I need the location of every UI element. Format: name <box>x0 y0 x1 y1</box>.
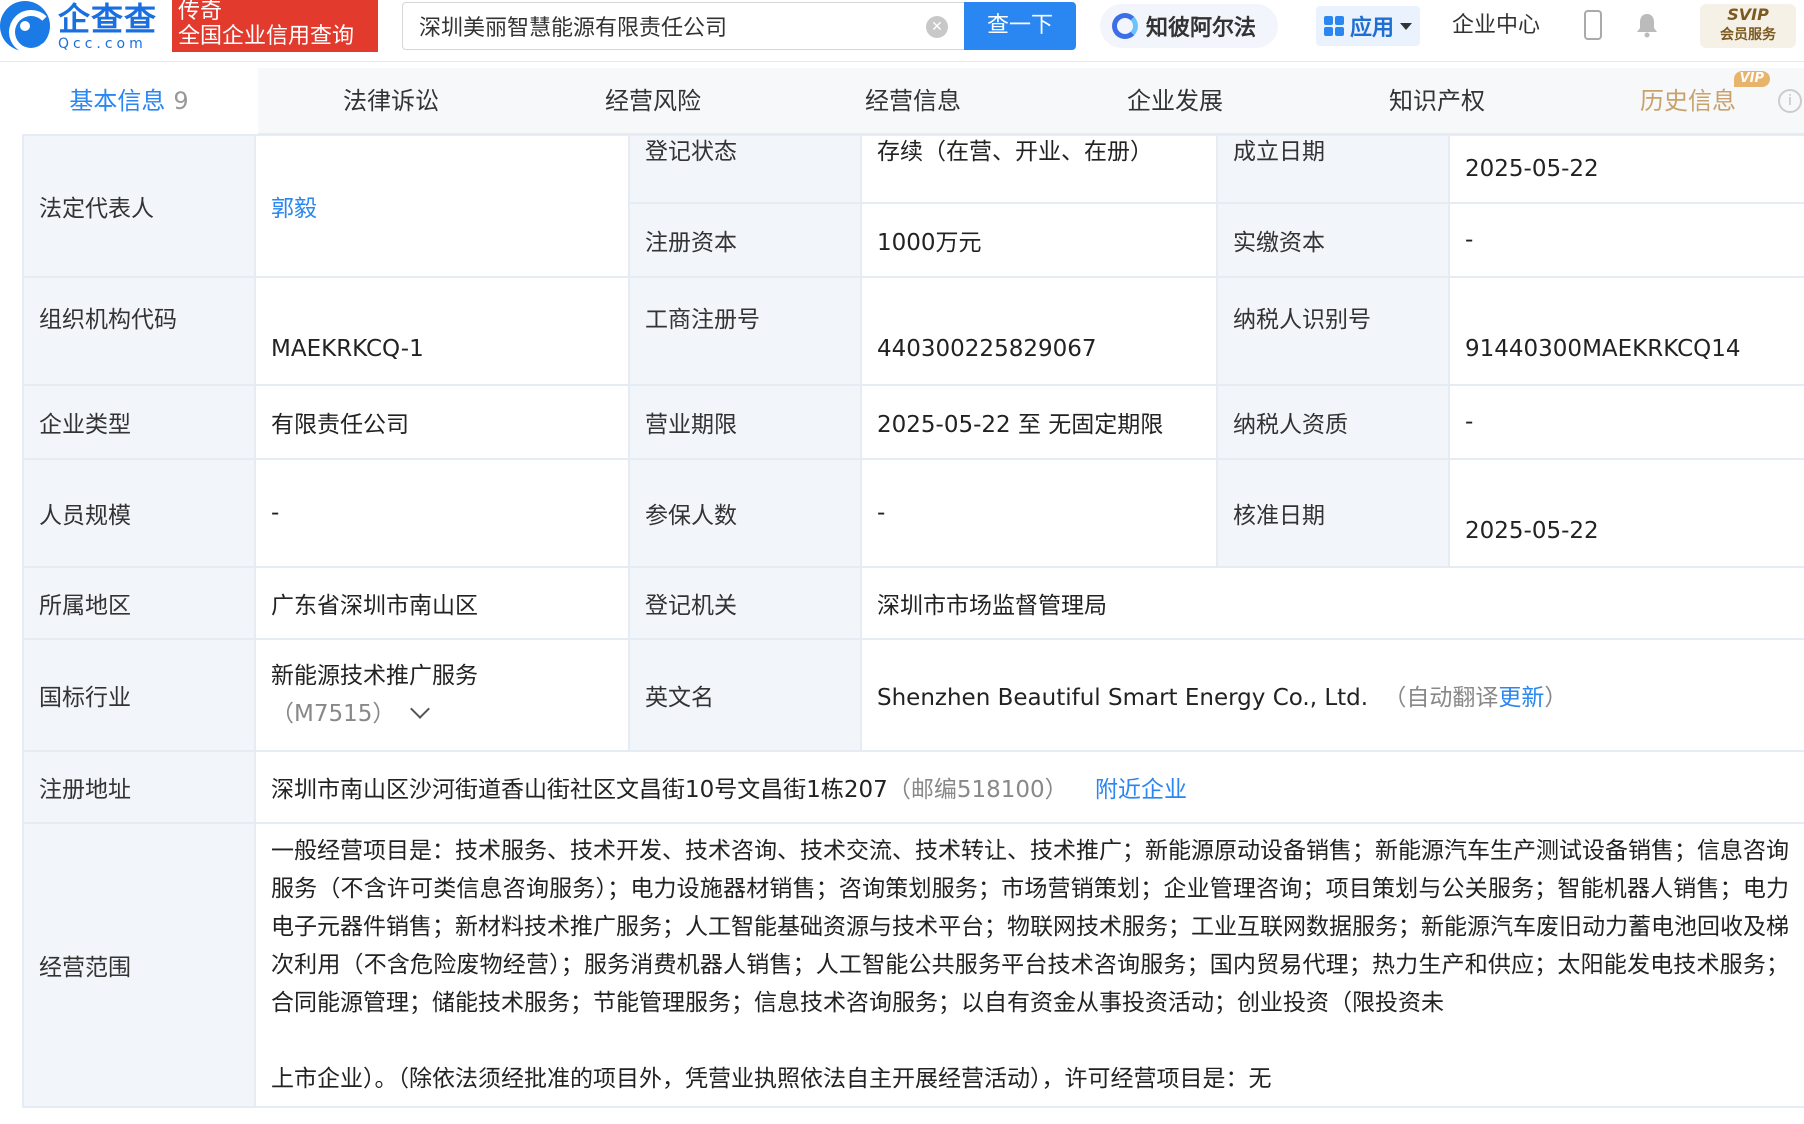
paid-capital-value: - <box>1448 202 1804 278</box>
search-button[interactable]: 查一下 <box>964 2 1076 50</box>
biz-scope-text: 一般经营项目是：技术服务、技术开发、技术咨询、技术交流、技术转让、技术推广；新能… <box>271 838 1789 1016</box>
english-name-value: Shenzhen Beautiful Smart Energy Co., Ltd… <box>860 638 1804 752</box>
badge-line1: 传奇 <box>178 0 223 24</box>
table-row: 所属地区 广东省深圳市南山区 登记机关 深圳市市场监督管理局 <box>22 566 1804 640</box>
approval-date-value: 2025-05-22 <box>1448 458 1804 568</box>
english-name-text: Shenzhen Beautiful Smart Energy Co., Ltd… <box>877 685 1369 711</box>
reg-capital-label: 注册资本 <box>628 202 862 278</box>
est-date-label: 成立日期 <box>1216 134 1450 204</box>
caret-down-icon <box>1400 22 1413 30</box>
biz-term-value: 2025-05-22 至 无固定期限 <box>860 384 1218 460</box>
zhibi-label: 知彼阿尔法 <box>1146 16 1257 41</box>
nearby-companies-link[interactable]: 附近企业 <box>1095 777 1187 803</box>
mobile-icon[interactable] <box>1584 10 1602 40</box>
auto-translate-note: （自动翻译 <box>1383 685 1499 711</box>
table-row: 组织机构代码 MAEKRKCQ-1 工商注册号 440300225829067 … <box>22 276 1804 386</box>
tab-legal[interactable]: 法律诉讼 <box>258 68 524 134</box>
ent-type-label: 企业类型 <box>22 384 256 460</box>
brand-badge[interactable]: 传奇 全国企业信用查询 <box>172 0 378 52</box>
svip-button[interactable]: SVIP 会员服务 <box>1700 4 1796 48</box>
apps-menu-button[interactable]: 应用 <box>1316 6 1420 46</box>
insured-value: - <box>860 458 1218 568</box>
ent-type-value: 有限责任公司 <box>254 384 630 460</box>
tab-development[interactable]: 企业发展 <box>1040 68 1310 134</box>
paid-capital-label: 实缴资本 <box>1216 202 1450 278</box>
tab-history[interactable]: 历史信息 VIP i <box>1620 68 1804 134</box>
clear-icon[interactable]: ✕ <box>926 16 948 38</box>
biz-term-label: 营业期限 <box>628 384 862 460</box>
tab-count: 9 <box>173 87 189 115</box>
biz-scope-value: 一般经营项目是：技术服务、技术开发、技术咨询、技术交流、技术转让、技术推广；新能… <box>254 822 1804 1108</box>
site-logo[interactable]: 企查查 Qcc.com <box>0 0 170 54</box>
region-value: 广东省深圳市南山区 <box>254 566 630 640</box>
approval-date-label: 核准日期 <box>1216 458 1450 568</box>
table-row: 人员规模 - 参保人数 - 核准日期 2025-05-22 <box>22 458 1804 568</box>
info-icon[interactable]: i <box>1778 89 1802 113</box>
table-row: 国标行业 新能源技术推广服务 （M7515） 英文名 Shenzhen Beau… <box>22 638 1804 752</box>
est-date-value: 2025-05-22 <box>1448 134 1804 204</box>
tab-ip[interactable]: 知识产权 <box>1304 68 1570 134</box>
biz-reg-no-value: 440300225829067 <box>860 276 1218 386</box>
tab-risk[interactable]: 经营风险 <box>520 68 786 134</box>
enterprise-center-link[interactable]: 企业中心 <box>1452 10 1540 42</box>
reg-status-label: 登记状态 <box>628 134 862 204</box>
tab-operations[interactable]: 经营信息 <box>780 68 1046 134</box>
staff-size-value: - <box>254 458 630 568</box>
logo-icon <box>0 1 53 54</box>
section-tabs: 基本信息 9 法律诉讼 经营风险 经营信息 企业发展 知识产权 历史信息 VIP … <box>0 68 1804 134</box>
logo-domain: Qcc.com <box>58 36 147 52</box>
table-row: 经营范围 一般经营项目是：技术服务、技术开发、技术咨询、技术交流、技术转让、技术… <box>22 822 1804 1108</box>
update-translation-link[interactable]: 更新 <box>1498 685 1544 711</box>
taxpayer-id-value: 91440300MAEKRKCQ14 <box>1448 276 1804 386</box>
reg-address-value: 深圳市南山区沙河街道香山街社区文昌街10号文昌街1栋207（邮编518100） … <box>254 750 1804 824</box>
postcode: （邮编518100） <box>887 777 1068 803</box>
svip-sub-label: 会员服务 <box>1720 27 1776 43</box>
apps-label: 应用 <box>1350 16 1395 41</box>
chevron-down-icon[interactable] <box>410 699 431 719</box>
zhibi-logo-icon <box>1112 13 1138 39</box>
region-label: 所属地区 <box>22 566 256 640</box>
top-bar: 企查查 Qcc.com 传奇 全国企业信用查询 ✕ 查一下 知彼阿尔法 应用 企… <box>0 0 1804 62</box>
industry-label: 国标行业 <box>22 638 256 752</box>
basic-info-table: 法定代表人 郭毅 登记状态 存续（在营、开业、在册） 成立日期 2025-05-… <box>22 134 1804 1108</box>
table-row: 注册地址 深圳市南山区沙河街道香山街社区文昌街10号文昌街1栋207（邮编518… <box>22 750 1804 824</box>
taxpayer-qual-value: - <box>1448 384 1804 460</box>
grid-icon <box>1324 16 1344 36</box>
table-row: 法定代表人 郭毅 登记状态 存续（在营、开业、在册） 成立日期 2025-05-… <box>22 134 1804 278</box>
reg-authority-value: 深圳市市场监督管理局 <box>860 566 1804 640</box>
legal-rep-link[interactable]: 郭毅 <box>271 196 317 222</box>
legal-rep-label: 法定代表人 <box>22 134 256 278</box>
industry-code: （M7515） <box>271 701 396 727</box>
reg-authority-label: 登记机关 <box>628 566 862 640</box>
industry-value: 新能源技术推广服务 （M7515） <box>254 638 630 752</box>
bell-icon[interactable] <box>1634 12 1660 38</box>
logo-name: 企查查 <box>58 0 158 38</box>
reg-address-text: 深圳市南山区沙河街道香山街社区文昌街10号文昌街1栋207 <box>271 777 888 803</box>
svip-label: SVIP <box>1727 5 1769 24</box>
biz-reg-no-label: 工商注册号 <box>628 276 862 386</box>
legal-rep-value: 郭毅 <box>254 134 630 278</box>
reg-address-label: 注册地址 <box>22 750 256 824</box>
insured-label: 参保人数 <box>628 458 862 568</box>
reg-status-value: 存续（在营、开业、在册） <box>860 134 1218 204</box>
tab-basic-info[interactable]: 基本信息 9 <box>0 68 258 134</box>
biz-scope-label: 经营范围 <box>22 822 256 1108</box>
taxpayer-qual-label: 纳税人资质 <box>1216 384 1450 460</box>
biz-scope-text-tail: 上市企业）。（除依法须经批准的项目外，凭营业执照依法自主开展经营活动），许可经营… <box>271 1066 1272 1092</box>
badge-line2: 全国企业信用查询 <box>178 24 355 49</box>
table-row: 企业类型 有限责任公司 营业期限 2025-05-22 至 无固定期限 纳税人资… <box>22 384 1804 460</box>
search-box: ✕ <box>402 2 964 50</box>
vip-tag: VIP <box>1733 71 1770 87</box>
search-input[interactable] <box>419 13 899 39</box>
taxpayer-id-label: 纳税人识别号 <box>1216 276 1450 386</box>
industry-name: 新能源技术推广服务 <box>271 663 478 689</box>
org-code-label: 组织机构代码 <box>22 276 256 386</box>
staff-size-label: 人员规模 <box>22 458 256 568</box>
english-name-label: 英文名 <box>628 638 862 752</box>
zhibi-alpha-button[interactable]: 知彼阿尔法 <box>1100 4 1278 48</box>
org-code-value: MAEKRKCQ-1 <box>254 276 630 386</box>
reg-capital-value: 1000万元 <box>860 202 1218 278</box>
